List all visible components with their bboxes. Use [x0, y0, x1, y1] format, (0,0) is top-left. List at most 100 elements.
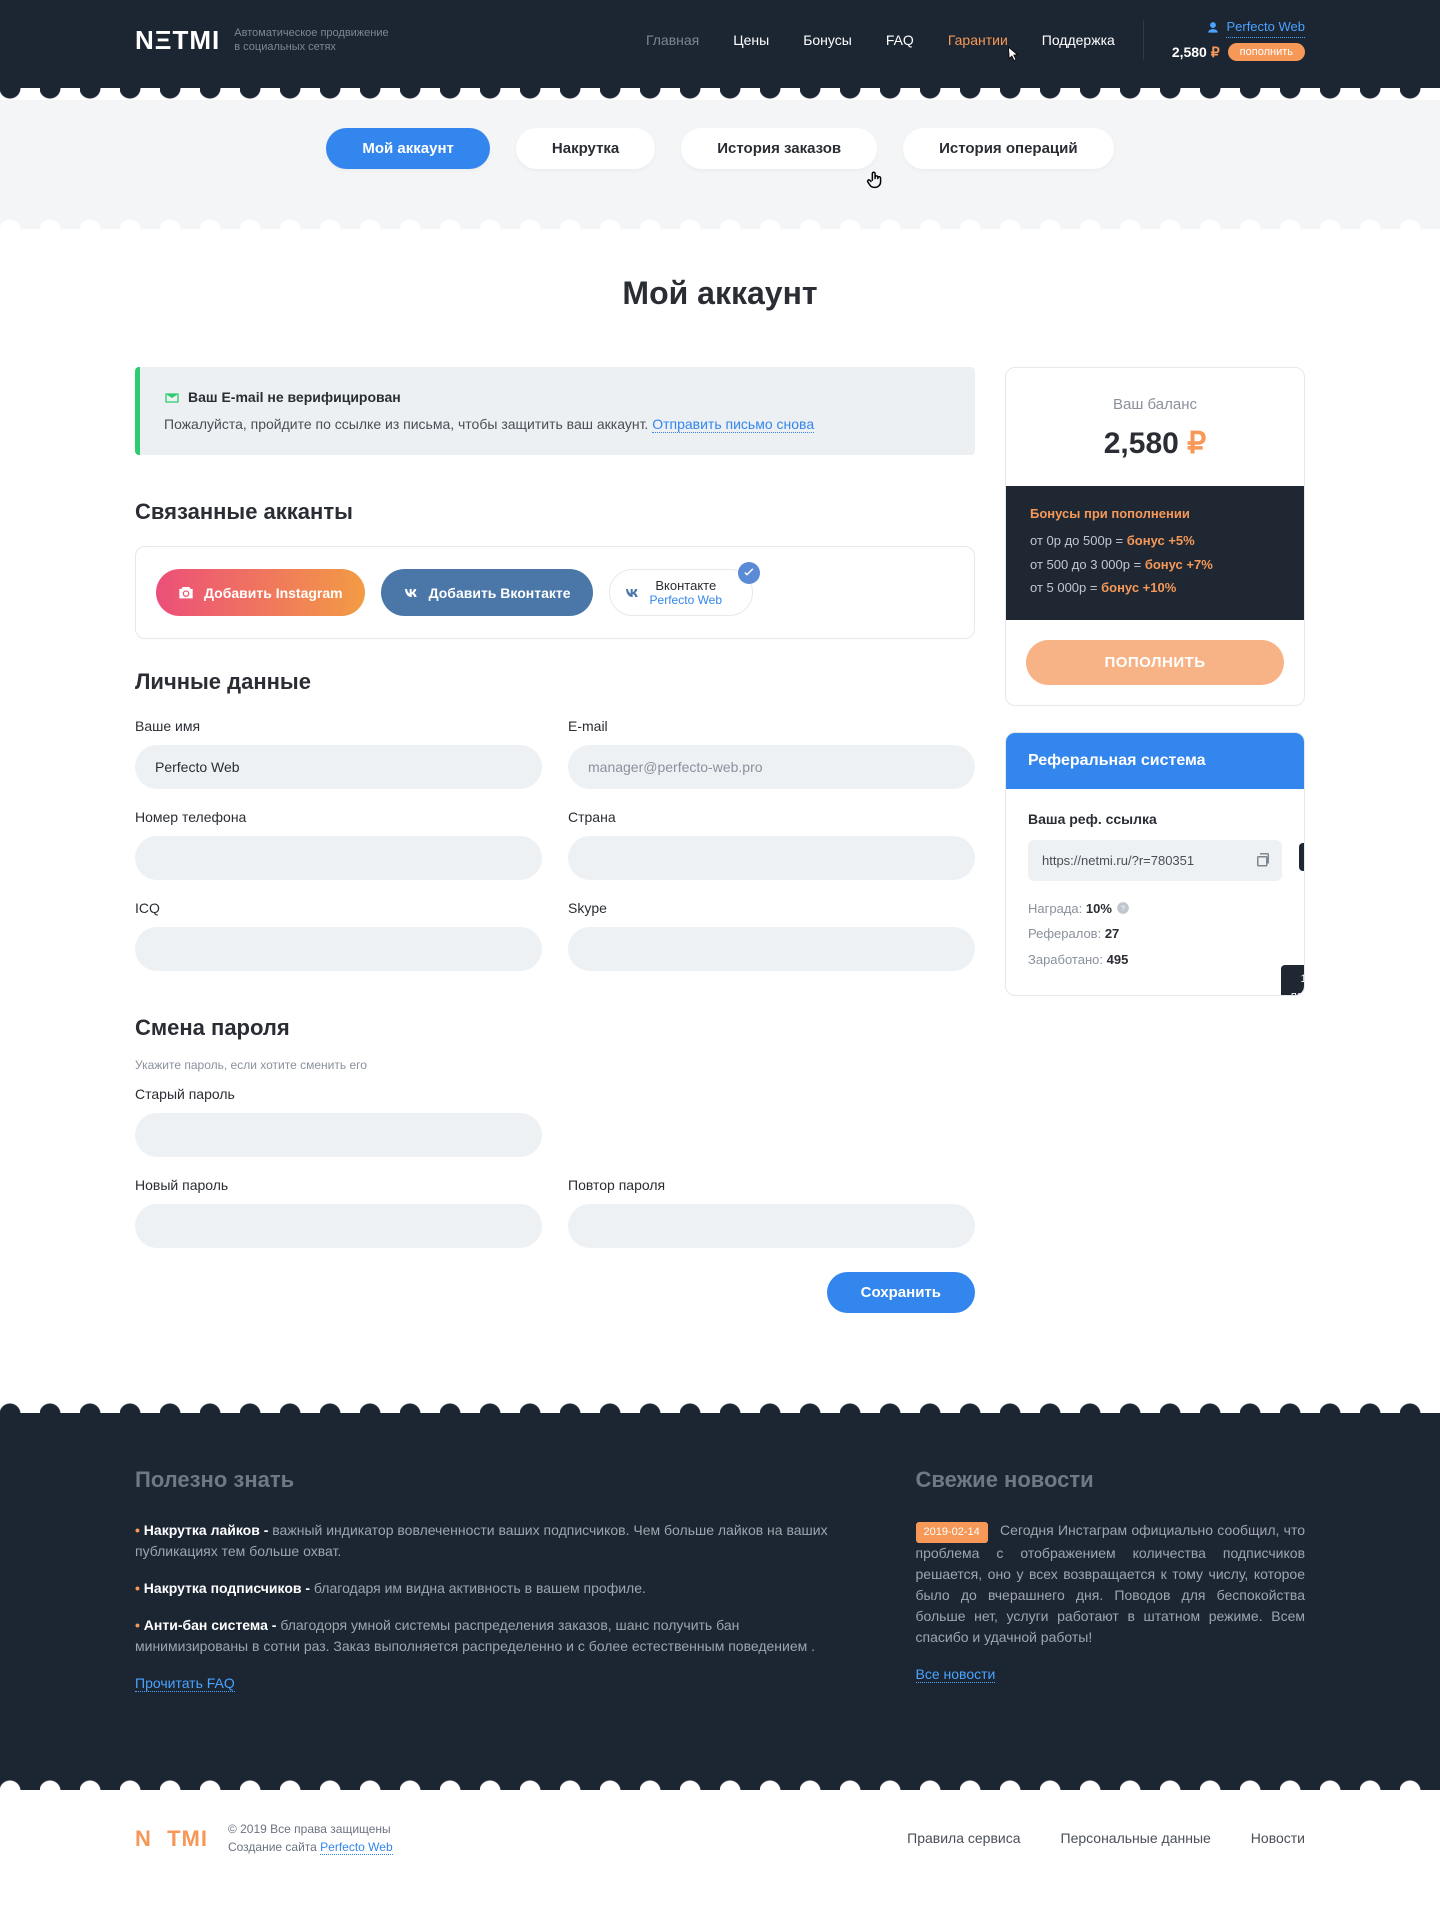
- footer-useful: Полезно знать • Накрутка лайков - важный…: [135, 1463, 856, 1710]
- label-email: E-mail: [568, 716, 975, 737]
- nav-faq[interactable]: FAQ: [886, 30, 914, 51]
- left-column: Ваш E-mail не верифицирован Пожалуйста, …: [135, 367, 975, 1313]
- label-new-pass: Новый пароль: [135, 1175, 542, 1196]
- wave-separator: [0, 1393, 1440, 1413]
- footer-bottom: NΞTMI © 2019 Все права защищены Создание…: [0, 1790, 1440, 1916]
- vk-icon: [403, 585, 419, 601]
- cursor-icon: [1004, 45, 1022, 63]
- footer-news: Свежие новости 2019-02-14 Сегодня Инстаг…: [916, 1463, 1305, 1710]
- label-name: Ваше имя: [135, 716, 542, 737]
- credits-link[interactable]: Perfecto Web: [320, 1840, 392, 1855]
- logo-mark: NΞTMI: [135, 21, 220, 60]
- personal-form: Ваше имя E-mail Номер телефона Страна IC…: [135, 716, 975, 971]
- tab-account[interactable]: Мой аккаунт: [326, 128, 490, 169]
- balance-label: Ваш баланс: [1026, 394, 1284, 417]
- logo[interactable]: NΞTMI Автоматическое продвижение в социа…: [135, 21, 389, 60]
- user-balance: 2,580 ₽: [1172, 42, 1220, 63]
- old-password-input[interactable]: [135, 1113, 542, 1157]
- faq-link[interactable]: Прочитать FAQ: [135, 1675, 235, 1692]
- news-link[interactable]: Новости: [1251, 1828, 1305, 1849]
- personal-data-link[interactable]: Персональные данные: [1061, 1828, 1211, 1849]
- copyright: © 2019 Все права защищены Создание сайта…: [228, 1820, 393, 1856]
- nav-prices[interactable]: Цены: [733, 30, 769, 51]
- ref-link-label: Ваша реф. ссылка: [1028, 809, 1282, 830]
- nav-home[interactable]: Главная: [646, 30, 699, 51]
- footer: Полезно знать • Накрутка лайков - важный…: [0, 1413, 1440, 1770]
- rules-link[interactable]: Правила сервиса: [907, 1828, 1020, 1849]
- password-heading: Смена пароля: [135, 1011, 975, 1044]
- news-item: 2019-02-14 Сегодня Инстаграм официально …: [916, 1520, 1305, 1648]
- page-title: Мой аккаунт: [135, 269, 1305, 317]
- nav-warranty[interactable]: Гарантии: [948, 30, 1008, 51]
- news-date: 2019-02-14: [916, 1522, 988, 1543]
- label-icq: ICQ: [135, 898, 542, 919]
- label-phone: Номер телефона: [135, 807, 542, 828]
- name-input[interactable]: [135, 745, 542, 789]
- verified-badge-icon: [738, 562, 760, 584]
- balance-card: Ваш баланс 2,580 ₽ Бонусы при пополнении…: [1005, 367, 1305, 706]
- wave-separator: [0, 209, 1440, 229]
- ref-link-input[interactable]: [1028, 841, 1244, 880]
- ref-link-field: [1028, 840, 1282, 881]
- wave-separator: [0, 80, 1440, 100]
- ref-stats: Награда: 10% Рефералов: 27 Заработано: 4…: [1028, 899, 1282, 970]
- linked-accounts-card: Добавить Instagram Добавить Вконтакте Вк…: [135, 546, 975, 639]
- linked-accounts-heading: Связанные акканты: [135, 495, 975, 528]
- label-country: Страна: [568, 807, 975, 828]
- page: Мой аккаунт Ваш E-mail не верифицирован …: [115, 229, 1325, 1393]
- hand-cursor-icon: [865, 169, 887, 191]
- subtabs-band: Мой аккаунт Накрутка История заказов Ист…: [0, 100, 1440, 209]
- password-note: Укажите пароль, если хотите сменить его: [135, 1056, 975, 1074]
- percent-tooltip: 10% от каждого пополнения другом: [1281, 965, 1305, 996]
- tab-orders[interactable]: История заказов: [681, 128, 877, 169]
- email-alert: Ваш E-mail не верифицирован Пожалуйста, …: [135, 367, 975, 455]
- email-input[interactable]: [568, 745, 975, 789]
- copy-tooltip: скопировать: [1299, 843, 1305, 872]
- tab-boost[interactable]: Накрутка: [516, 128, 655, 169]
- save-button[interactable]: Сохранить: [827, 1272, 975, 1313]
- label-old-pass: Старый пароль: [135, 1084, 542, 1105]
- tab-ops[interactable]: История операций: [903, 128, 1113, 169]
- topup-button[interactable]: ПОПОЛНИТЬ: [1026, 640, 1284, 685]
- copy-icon: [1254, 850, 1272, 868]
- new-password-input[interactable]: [135, 1204, 542, 1248]
- help-icon[interactable]: [1116, 901, 1130, 915]
- bonus-tiers: Бонусы при пополнении от 0р до 500р = бо…: [1006, 486, 1304, 620]
- add-vk-button[interactable]: Добавить Вконтакте: [381, 569, 593, 616]
- icq-input[interactable]: [135, 927, 542, 971]
- logo-tagline: Автоматическое продвижение в социальных …: [234, 26, 388, 55]
- instagram-icon: [178, 585, 194, 601]
- all-news-link[interactable]: Все новости: [916, 1666, 996, 1683]
- referral-heading: Реферальная система: [1006, 733, 1304, 789]
- wave-separator: [0, 1770, 1440, 1790]
- nav-support[interactable]: Поддержка: [1042, 30, 1115, 51]
- footer-logo[interactable]: NΞTMI: [135, 1822, 208, 1855]
- add-instagram-button[interactable]: Добавить Instagram: [156, 569, 365, 616]
- balance-value: 2,580 ₽: [1026, 421, 1284, 466]
- referral-card: Реферальная система Ваша реф. ссылка Наг…: [1005, 732, 1305, 997]
- news-heading: Свежие новости: [916, 1463, 1305, 1496]
- phone-input[interactable]: [135, 836, 542, 880]
- label-skype: Skype: [568, 898, 975, 919]
- hint-annotations: скопировать 10% от каждого пополнения др…: [1281, 783, 1305, 997]
- user-icon: [1206, 21, 1220, 35]
- useful-item: • Анти-бан система - благодоря умной сис…: [135, 1615, 856, 1657]
- copy-link-button[interactable]: [1244, 840, 1282, 881]
- alert-text: Пожалуйста, пройдите по ссылке из письма…: [164, 416, 648, 432]
- useful-item: • Накрутка подписчиков - благодаря им ви…: [135, 1578, 856, 1599]
- repeat-password-input[interactable]: [568, 1204, 975, 1248]
- header: NΞTMI Автоматическое продвижение в социа…: [0, 0, 1440, 80]
- user-box: Perfecto Web 2,580 ₽ пополнить: [1172, 17, 1305, 63]
- nav-bonuses[interactable]: Бонусы: [803, 30, 852, 51]
- useful-heading: Полезно знать: [135, 1463, 856, 1496]
- resend-email-link[interactable]: Отправить письмо снова: [652, 416, 814, 433]
- skype-input[interactable]: [568, 927, 975, 971]
- alert-title: Ваш E-mail не верифицирован: [188, 387, 401, 408]
- bottom-nav: Правила сервиса Персональные данные Ново…: [907, 1828, 1305, 1849]
- topup-button-small[interactable]: пополнить: [1228, 43, 1305, 61]
- useful-item: • Накрутка лайков - важный индикатор вов…: [135, 1520, 856, 1562]
- country-input[interactable]: [568, 836, 975, 880]
- personal-heading: Личные данные: [135, 665, 975, 698]
- user-name-link[interactable]: Perfecto Web: [1226, 17, 1305, 38]
- linked-vk-account[interactable]: Вконтакте Perfecto Web: [609, 569, 753, 616]
